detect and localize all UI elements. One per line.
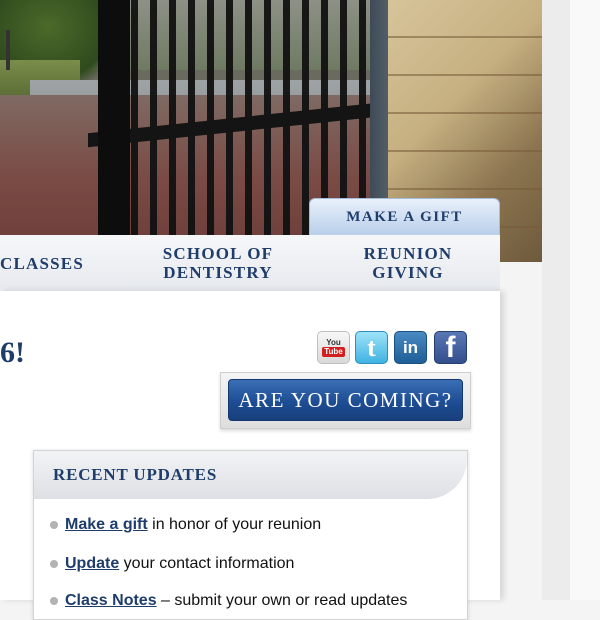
nav-reunion-giving[interactable]: REUNION GIVING xyxy=(330,235,486,291)
are-you-coming-button[interactable]: ARE YOU COMING? xyxy=(228,379,463,421)
nav-school-of-dentistry[interactable]: SCHOOL OF DENTISTRY xyxy=(140,235,296,291)
make-a-gift-link[interactable]: Make a gift xyxy=(65,516,148,533)
nav-reunion-line1: REUNION xyxy=(363,244,453,263)
bullet-icon xyxy=(50,520,58,529)
youtube-tube-text: Tube xyxy=(322,347,345,357)
recent-updates-title: RECENT UPDATES xyxy=(53,465,218,484)
bullet-icon xyxy=(50,596,58,605)
make-a-gift-tab[interactable]: MAKE A GIFT xyxy=(309,198,500,235)
recent-updates-box: RECENT UPDATES Make a gift in honor of y… xyxy=(33,450,468,620)
nav-reunion-line2: GIVING xyxy=(372,263,444,282)
list-item: Update your contact information xyxy=(50,555,294,573)
are-you-coming-frame: ARE YOU COMING? xyxy=(220,372,471,429)
hero-lamp-post xyxy=(6,30,10,70)
update-link[interactable]: Update xyxy=(65,555,119,572)
youtube-icon[interactable]: You Tube xyxy=(317,331,350,364)
twitter-glyph: t xyxy=(367,332,376,362)
nav-classes[interactable]: CLASSES xyxy=(0,235,86,291)
linkedin-glyph: in xyxy=(402,337,419,357)
main-nav: CLASSES SCHOOL OF DENTISTRY REUNION GIVI… xyxy=(0,235,500,292)
hero-gate-post xyxy=(98,0,130,262)
list-item-text: your contact information xyxy=(119,555,295,572)
list-item: Make a gift in honor of your reunion xyxy=(50,516,321,534)
linkedin-icon[interactable]: in xyxy=(394,331,427,364)
side-shadow xyxy=(570,0,600,600)
facebook-glyph: f xyxy=(445,331,456,364)
list-item-text: in honor of your reunion xyxy=(147,516,322,533)
facebook-icon[interactable]: f xyxy=(434,331,467,364)
page-side-margin xyxy=(542,0,600,600)
recent-updates-header: RECENT UPDATES xyxy=(34,451,467,499)
twitter-icon[interactable]: t xyxy=(355,331,388,364)
page-headline: 6! xyxy=(0,336,25,369)
class-notes-link[interactable]: Class Notes xyxy=(65,592,157,609)
nav-dentistry-line2: DENTISTRY xyxy=(163,263,273,282)
nav-dentistry-line1: SCHOOL OF xyxy=(162,244,274,263)
list-item-text: – submit your own or read updates xyxy=(156,592,408,609)
list-item: Class Notes – submit your own or read up… xyxy=(50,592,407,610)
bullet-icon xyxy=(50,559,58,568)
youtube-you-text: You xyxy=(326,338,341,347)
